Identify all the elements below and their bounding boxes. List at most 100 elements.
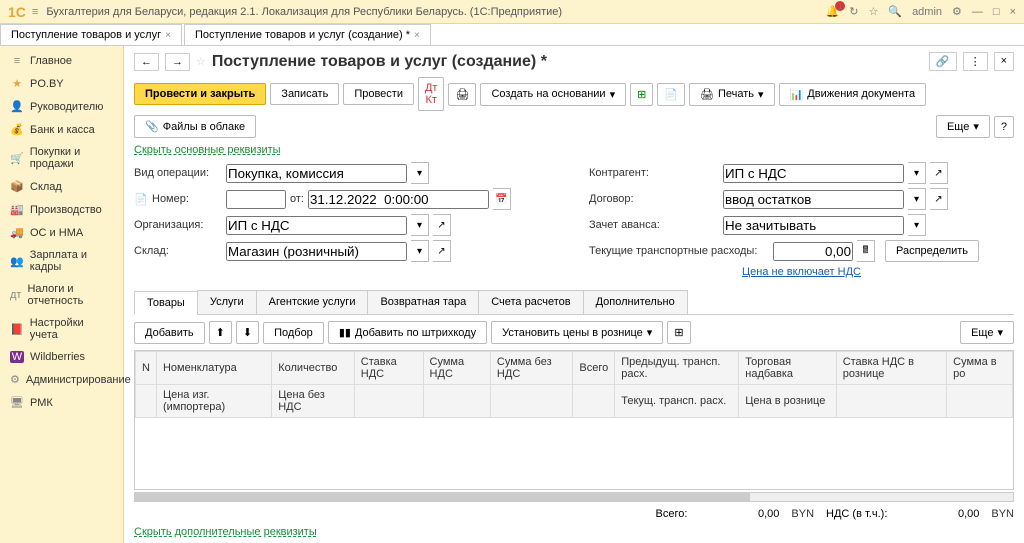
cloud-button[interactable]: 📎 Файлы в облаке xyxy=(134,115,256,138)
printer-icon[interactable]: 🖨 xyxy=(448,83,476,106)
burger-icon[interactable]: ≡ xyxy=(32,6,38,18)
bell-icon[interactable]: 🔔1 xyxy=(826,5,840,18)
org-input[interactable] xyxy=(226,216,407,235)
sidebar-item-production[interactable]: 🏭Производство xyxy=(0,198,123,221)
transport-input[interactable] xyxy=(773,242,853,261)
subtab-services[interactable]: Услуги xyxy=(197,290,257,314)
subtab-extra[interactable]: Дополнительно xyxy=(583,290,688,314)
h-scrollbar[interactable] xyxy=(134,492,1014,502)
titlebar: 1C ≡ Бухгалтерия для Беларуси, редакция … xyxy=(0,0,1024,24)
expand-icon[interactable]: ⊞ xyxy=(667,321,690,344)
sidebar-item-bank[interactable]: 💰Банк и касса xyxy=(0,118,123,141)
search-icon[interactable]: 🔍 xyxy=(888,5,902,18)
sidebar-item-rmk[interactable]: 🖥РМК xyxy=(0,391,123,414)
from-label: от: xyxy=(290,193,304,205)
tab-1[interactable]: Поступление товаров и услуг (создание) *… xyxy=(184,24,431,45)
factory-icon: 🏭 xyxy=(10,203,24,216)
link-icon[interactable]: 🔗 xyxy=(929,52,957,71)
fav-icon[interactable]: ☆ xyxy=(196,55,206,68)
hide-extra-link[interactable]: Скрыть дополнительные реквизиты xyxy=(134,526,317,538)
dropdown-icon[interactable]: ▾ xyxy=(908,162,926,184)
close-icon[interactable]: × xyxy=(1010,6,1016,18)
sidebar-item-salary[interactable]: 👥Зарплата и кадры xyxy=(0,244,123,278)
dtkt-icon[interactable]: ДтКт xyxy=(418,77,445,111)
transport-label: Текущие транспортные расходы: xyxy=(589,245,769,257)
sidebar-item-warehouse[interactable]: 📦Склад xyxy=(0,175,123,198)
tab-close[interactable]: × xyxy=(414,30,420,41)
sidebar-item-tax[interactable]: дтНалоги и отчетность xyxy=(0,278,123,312)
save-button[interactable]: Записать xyxy=(270,83,339,105)
more-button[interactable]: Еще ▾ xyxy=(936,115,990,138)
sidebar-item-wb[interactable]: WWildberries xyxy=(0,346,123,368)
set-retail-button[interactable]: Установить цены в рознице ▾ xyxy=(491,321,663,344)
print-button[interactable]: 🖨 Печать ▾ xyxy=(689,83,775,106)
op-type-input[interactable] xyxy=(226,164,407,183)
help-button[interactable]: ? xyxy=(994,116,1014,138)
dropdown-icon[interactable]: ▾ xyxy=(411,214,429,236)
dropdown-icon[interactable]: ▾ xyxy=(908,214,926,236)
warehouse-label: Склад: xyxy=(134,245,222,257)
options-icon[interactable]: ⋮ xyxy=(963,52,988,71)
down-button[interactable]: ⬇ xyxy=(236,321,259,344)
dropdown-icon[interactable]: ▾ xyxy=(908,188,926,210)
dropdown-icon[interactable]: ▾ xyxy=(411,240,429,262)
warehouse-input[interactable] xyxy=(226,242,407,261)
date-input[interactable] xyxy=(308,190,489,209)
add-button[interactable]: Добавить xyxy=(134,322,205,344)
chevron-down-icon: ▾ xyxy=(610,88,616,101)
subtab-accounts[interactable]: Счета расчетов xyxy=(478,290,583,314)
settings-icon[interactable]: ⚙ xyxy=(952,5,962,18)
sidebar-item-sales[interactable]: 🛒Покупки и продажи xyxy=(0,141,123,175)
post-close-button[interactable]: Провести и закрыть xyxy=(134,83,266,105)
up-button[interactable]: ⬆ xyxy=(209,321,232,344)
select-button[interactable]: Подбор xyxy=(263,322,324,344)
history-icon[interactable]: ↻ xyxy=(849,5,858,18)
star-icon: ★ xyxy=(10,77,24,90)
calc-icon[interactable]: 🖩 xyxy=(857,240,875,262)
sidebar-item-assets[interactable]: 🚚ОС и НМА xyxy=(0,221,123,244)
open-icon[interactable]: ↗ xyxy=(433,214,451,236)
calendar-icon[interactable]: 📅 xyxy=(493,188,511,210)
movements-button[interactable]: 📊 Движения документа xyxy=(779,83,927,106)
advance-input[interactable] xyxy=(723,216,904,235)
post-button[interactable]: Провести xyxy=(343,83,414,105)
sidebar-item-admin[interactable]: ⚙Администрирование xyxy=(0,368,123,391)
sub-more-button[interactable]: Еще ▾ xyxy=(960,321,1014,344)
vat-info-link[interactable]: Цена не включает НДС xyxy=(589,266,1014,278)
app-title: Бухгалтерия для Беларуси, редакция 2.1. … xyxy=(46,6,825,18)
barcode-button[interactable]: ▮▮ Добавить по штрихкоду xyxy=(328,321,487,344)
sidebar-item-poby[interactable]: ★PO.BY xyxy=(0,72,123,95)
open-icon[interactable]: ↗ xyxy=(930,162,948,184)
contract-input[interactable] xyxy=(723,190,904,209)
tab-close[interactable]: × xyxy=(165,30,171,41)
gear-icon: ⚙ xyxy=(10,373,20,386)
logo-1c: 1C xyxy=(8,4,26,20)
distribute-button[interactable]: Распределить xyxy=(885,240,979,262)
min-icon[interactable]: — xyxy=(972,6,983,18)
user-label[interactable]: admin xyxy=(912,6,942,18)
hide-main-link[interactable]: Скрыть основные реквизиты xyxy=(134,144,281,156)
sidebar-item-manager[interactable]: 👤Руководителю xyxy=(0,95,123,118)
close-page[interactable]: × xyxy=(994,52,1014,71)
max-icon[interactable]: □ xyxy=(993,6,1000,18)
sidebar-item-settings[interactable]: 📕Настройки учета xyxy=(0,312,123,346)
excel-icon[interactable]: ⊞ xyxy=(630,83,653,106)
create-based-button[interactable]: Создать на основании ▾ xyxy=(480,83,626,106)
forward-button[interactable]: → xyxy=(165,53,190,71)
open-icon[interactable]: ↗ xyxy=(433,240,451,262)
goods-table[interactable]: N Номенклатура Количество Ставка НДС Сум… xyxy=(134,350,1014,490)
contract-label: Договор: xyxy=(589,193,719,205)
sidebar-item-main[interactable]: ≡Главное xyxy=(0,50,123,72)
back-button[interactable]: ← xyxy=(134,53,159,71)
subtab-agent[interactable]: Агентские услуги xyxy=(256,290,369,314)
op-type-label: Вид операции: xyxy=(134,167,222,179)
edo-icon[interactable]: 📄 xyxy=(657,83,685,106)
contractor-input[interactable] xyxy=(723,164,904,183)
subtab-goods[interactable]: Товары xyxy=(134,291,198,315)
tab-0[interactable]: Поступление товаров и услуг× xyxy=(0,24,182,45)
number-input[interactable] xyxy=(226,190,286,209)
star-icon[interactable]: ☆ xyxy=(868,5,878,18)
dropdown-icon[interactable]: ▾ xyxy=(411,162,429,184)
open-icon[interactable]: ↗ xyxy=(930,188,948,210)
subtab-tare[interactable]: Возвратная тара xyxy=(367,290,479,314)
